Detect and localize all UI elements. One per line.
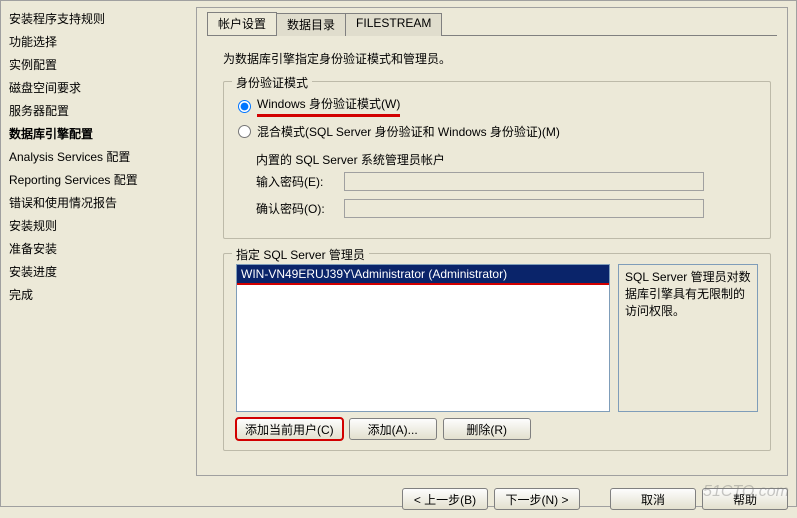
sidebar-item[interactable]: Reporting Services 配置	[9, 168, 196, 191]
enter-password-field[interactable]	[344, 172, 704, 191]
sidebar-item[interactable]: 服务器配置	[9, 99, 196, 122]
radio-mixed-auth-label: 混合模式(SQL Server 身份验证和 Windows 身份验证)(M)	[257, 123, 560, 140]
admin-group-title: 指定 SQL Server 管理员	[232, 246, 369, 263]
sidebar-item[interactable]: 实例配置	[9, 53, 196, 76]
sidebar-item[interactable]: 完成	[9, 283, 196, 306]
confirm-password-field[interactable]	[344, 199, 704, 218]
radio-mixed-auth[interactable]	[238, 125, 251, 138]
remove-user-button[interactable]: 删除(R)	[443, 418, 531, 440]
builtin-admin-caption: 内置的 SQL Server 系统管理员帐户	[256, 151, 758, 168]
add-current-user-button[interactable]: 添加当前用户(C)	[236, 418, 343, 440]
admin-desc-box: SQL Server 管理员对数据库引擎具有无限制的访问权限。	[618, 264, 758, 412]
tab-filestream[interactable]: FILESTREAM	[345, 13, 442, 36]
sidebar-item[interactable]: 功能选择	[9, 30, 196, 53]
enter-password-label: 输入密码(E):	[256, 173, 344, 190]
sidebar-item[interactable]: 安装程序支持规则	[9, 7, 196, 30]
confirm-password-label: 确认密码(O):	[256, 200, 344, 217]
sidebar-item[interactable]: 磁盘空间要求	[9, 76, 196, 99]
admin-listbox[interactable]: WIN-VN49ERUJ39Y\Administrator (Administr…	[236, 264, 610, 412]
add-user-button[interactable]: 添加(A)...	[349, 418, 437, 440]
radio-windows-auth[interactable]	[238, 100, 251, 113]
sidebar-item[interactable]: Analysis Services 配置	[9, 145, 196, 168]
sidebar-item[interactable]: 错误和使用情况报告	[9, 191, 196, 214]
wizard-footer: < 上一步(B) 下一步(N) > 取消 帮助	[196, 478, 796, 518]
sidebar-item-selected[interactable]: 数据库引擎配置	[9, 122, 196, 145]
admin-group: 指定 SQL Server 管理员 WIN-VN49ERUJ39Y\Admini…	[223, 253, 771, 451]
admin-list-item[interactable]: WIN-VN49ERUJ39Y\Administrator (Administr…	[237, 265, 609, 285]
tab-data-dir[interactable]: 数据目录	[276, 13, 346, 36]
sidebar-item[interactable]: 准备安装	[9, 237, 196, 260]
sidebar-item[interactable]: 安装规则	[9, 214, 196, 237]
radio-windows-auth-label: Windows 身份验证模式(W)	[257, 95, 400, 117]
wizard-steps-sidebar: 安装程序支持规则 功能选择 实例配置 磁盘空间要求 服务器配置 数据库引擎配置 …	[1, 1, 196, 506]
auth-mode-group: 身份验证模式 Windows 身份验证模式(W) 混合模式(SQL Server…	[223, 81, 771, 239]
sidebar-item[interactable]: 安装进度	[9, 260, 196, 283]
hint-text: 为数据库引擎指定身份验证模式和管理员。	[223, 50, 771, 67]
config-panel: 帐户设置 数据目录 FILESTREAM 为数据库引擎指定身份验证模式和管理员。…	[196, 7, 788, 476]
tab-account-settings[interactable]: 帐户设置	[207, 12, 277, 35]
auth-mode-group-title: 身份验证模式	[232, 74, 312, 91]
tabs-row: 帐户设置 数据目录 FILESTREAM	[197, 8, 787, 35]
